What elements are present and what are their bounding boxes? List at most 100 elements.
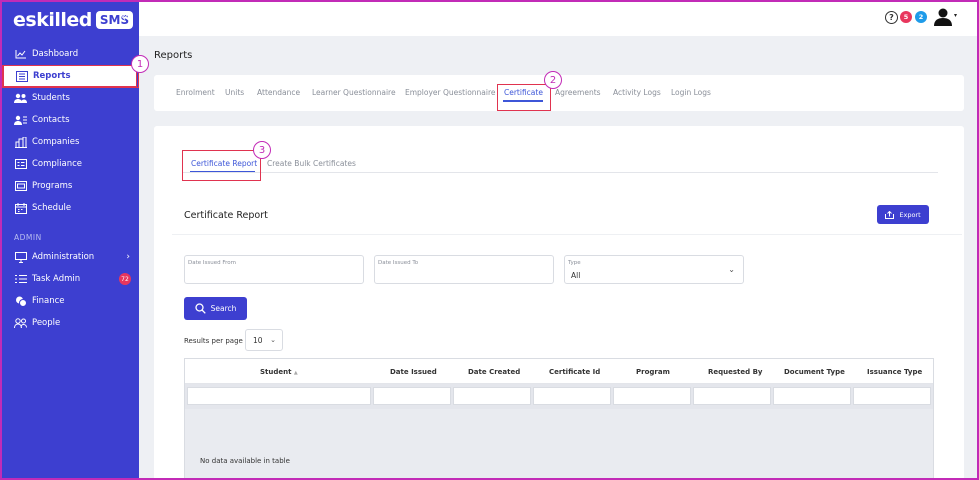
column-header-date-issued[interactable]: Date Issued: [390, 368, 437, 376]
filter-input-student[interactable]: [187, 387, 371, 405]
column-header-requested-by[interactable]: Requested By: [708, 368, 763, 376]
results-per-page-label: Results per page: [184, 337, 243, 345]
field-label: Type: [568, 260, 581, 266]
sidebar-item-students[interactable]: Students: [0, 87, 139, 109]
user-avatar-icon[interactable]: [933, 8, 953, 26]
search-label: Search: [210, 304, 237, 313]
filter-input-date-issued[interactable]: [373, 387, 451, 405]
column-header-issuance-type[interactable]: Issuance Type: [867, 368, 922, 376]
chevron-down-icon: ⌄: [728, 265, 735, 274]
search-icon: [194, 303, 206, 314]
subtab-divider: [182, 172, 938, 173]
section-title: Certificate Report: [184, 210, 268, 221]
table-header: Student ▲ Date Issued Date Created Certi…: [185, 359, 933, 384]
filter-input-date-created[interactable]: [453, 387, 531, 405]
sidebar-item-schedule[interactable]: Schedule: [0, 197, 139, 219]
column-header-date-created[interactable]: Date Created: [468, 368, 520, 376]
filter-input-document-type[interactable]: [773, 387, 851, 405]
table-body: [185, 409, 933, 479]
user-menu-caret-icon[interactable]: ▾: [954, 12, 957, 19]
export-icon: [885, 210, 895, 219]
date-issued-from-field[interactable]: Date Issued From: [184, 255, 364, 284]
tab-learner-questionnaire[interactable]: Learner Questionnaire: [312, 88, 396, 97]
notification-badge-red[interactable]: 5: [900, 11, 912, 23]
results-per-page-select[interactable]: 10 ⌄: [245, 329, 283, 351]
column-filter-row: [185, 384, 933, 409]
filter-input-certificate-id[interactable]: [533, 387, 611, 405]
sidebar-item-contacts[interactable]: Contacts: [0, 109, 139, 131]
type-value: All: [571, 271, 581, 280]
chevron-down-icon: ⌄: [270, 336, 276, 344]
callout-box-certificate-report: [182, 150, 261, 181]
collapse-sidebar-icon[interactable]: «: [121, 10, 129, 25]
subtab-create-bulk-certificates[interactable]: Create Bulk Certificates: [267, 159, 356, 168]
callout-box-certificate-tab: [497, 84, 551, 111]
header-divider: [172, 234, 962, 235]
sidebar-item-administration[interactable]: Administration ›: [0, 246, 139, 268]
export-button[interactable]: Export: [877, 205, 929, 224]
sidebar-item-label: Dashboard: [32, 49, 79, 59]
sidebar-item-compliance[interactable]: Compliance: [0, 153, 139, 175]
column-header-student[interactable]: Student ▲: [260, 368, 298, 376]
coins-icon: [14, 296, 27, 307]
column-header-program[interactable]: Program: [636, 368, 670, 376]
export-label: Export: [899, 210, 921, 219]
sidebar-item-label: Programs: [32, 181, 73, 191]
filter-input-issuance-type[interactable]: [853, 387, 931, 405]
tab-login-logs[interactable]: Login Logs: [671, 88, 711, 97]
filter-input-requested-by[interactable]: [693, 387, 771, 405]
sidebar-item-task-admin[interactable]: Task Admin 72: [0, 268, 139, 290]
sidebar-item-companies[interactable]: Companies: [0, 131, 139, 153]
help-icon[interactable]: ?: [885, 11, 898, 24]
sidebar-item-label: Compliance: [32, 159, 83, 169]
task-count-badge: 72: [119, 273, 131, 285]
admin-section-heading: ADMIN: [14, 233, 42, 242]
field-label: Date Issued To: [378, 260, 419, 266]
date-issued-to-field[interactable]: Date Issued To: [374, 255, 554, 284]
sidebar-item-programs[interactable]: Programs: [0, 175, 139, 197]
sidebar-item-people[interactable]: People: [0, 312, 139, 334]
column-header-document-type[interactable]: Document Type: [784, 368, 845, 376]
results-per-page-value: 10: [253, 335, 263, 345]
tab-activity-logs[interactable]: Activity Logs: [613, 88, 661, 97]
sidebar-item-label: Schedule: [32, 203, 72, 213]
programs-icon: [14, 181, 27, 192]
sidebar-item-label: Students: [32, 93, 70, 103]
filter-input-program[interactable]: [613, 387, 691, 405]
sidebar-item-finance[interactable]: Finance: [0, 290, 139, 312]
calendar-icon: [14, 202, 27, 214]
callout-number-3: 3: [253, 141, 271, 159]
field-label: Date Issued From: [188, 260, 236, 266]
sidebar-item-label: People: [32, 318, 61, 328]
list-icon: [14, 274, 27, 285]
brand-logo[interactable]: eskilled SMS: [13, 9, 134, 31]
sidebar-item-dashboard[interactable]: Dashboard: [0, 43, 139, 65]
users-icon: [14, 93, 27, 104]
contacts-icon: [14, 115, 27, 126]
chevron-right-icon: ›: [126, 252, 130, 262]
sidebar-item-label: Contacts: [32, 115, 70, 125]
monitor-icon: [14, 251, 27, 263]
tab-agreements[interactable]: Agreements: [555, 88, 601, 97]
empty-table-message: No data available in table: [200, 457, 290, 465]
search-button[interactable]: Search: [184, 297, 247, 320]
callout-number-1: 1: [131, 55, 149, 73]
top-bar: ? 5 2 ▾: [139, 0, 979, 36]
type-select[interactable]: Type All ⌄: [564, 255, 744, 284]
tab-enrolment[interactable]: Enrolment: [176, 88, 215, 97]
sidebar-item-label: Administration: [32, 252, 95, 262]
notification-badge-blue[interactable]: 2: [915, 11, 927, 23]
chart-line-icon: [14, 49, 27, 60]
sidebar-item-label: Task Admin: [32, 274, 81, 284]
sidebar-item-label: Finance: [32, 296, 65, 306]
building-icon: [14, 136, 27, 148]
callout-number-2: 2: [544, 71, 562, 89]
page-title: Reports: [154, 50, 193, 61]
certificate-report-panel: Certificate Report Create Bulk Certifica…: [154, 126, 964, 480]
sort-icon: ▲: [293, 370, 298, 376]
tab-attendance[interactable]: Attendance: [257, 88, 300, 97]
tab-employer-questionnaire[interactable]: Employer Questionnaire: [405, 88, 496, 97]
column-header-certificate-id[interactable]: Certificate Id: [549, 368, 600, 376]
logo-text: eskilled: [13, 9, 92, 31]
tab-units[interactable]: Units: [225, 88, 244, 97]
